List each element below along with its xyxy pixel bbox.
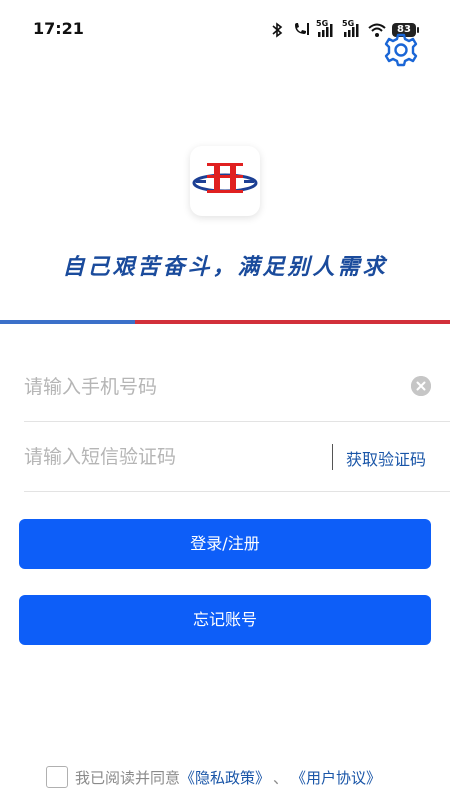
agreement-row: 我已阅读并同意 《隐私政策》 、 《用户协议》 [46, 765, 446, 789]
agreement-prefix: 我已阅读并同意 [75, 768, 181, 787]
signal-1: 5G [316, 19, 336, 38]
agreement-checkbox[interactable] [46, 766, 68, 788]
status-time: 17:21 [33, 19, 84, 38]
forgot-account-button[interactable]: 忘记账号 [19, 595, 431, 645]
settings-button[interactable] [382, 31, 420, 69]
privacy-policy-link[interactable]: 《隐私政策》 [180, 767, 270, 788]
bluetooth-icon [272, 22, 283, 38]
signal-icon [318, 24, 333, 37]
code-separator [332, 444, 333, 470]
brand-slogan: 自己艰苦奋斗，满足别人需求 [62, 254, 388, 280]
user-agreement-link[interactable]: 《用户协议》 [291, 767, 381, 788]
gear-icon [384, 33, 418, 67]
phone-field [24, 352, 450, 422]
company-logo [192, 163, 258, 193]
clear-phone-button[interactable] [411, 376, 431, 396]
hd-call-icon [295, 23, 309, 35]
app-logo [190, 146, 260, 216]
signal-icon [344, 24, 359, 37]
clear-icon [411, 376, 431, 396]
signal-2: 5G [342, 19, 362, 38]
sms-code-input[interactable] [24, 440, 354, 474]
agreement-separator: 、 [273, 768, 289, 787]
phone-input[interactable] [24, 370, 354, 404]
brand-divider [0, 320, 450, 324]
get-code-button[interactable]: 获取验证码 [346, 446, 426, 470]
sms-code-field: 获取验证码 [24, 422, 450, 492]
login-register-button[interactable]: 登录/注册 [19, 519, 431, 569]
